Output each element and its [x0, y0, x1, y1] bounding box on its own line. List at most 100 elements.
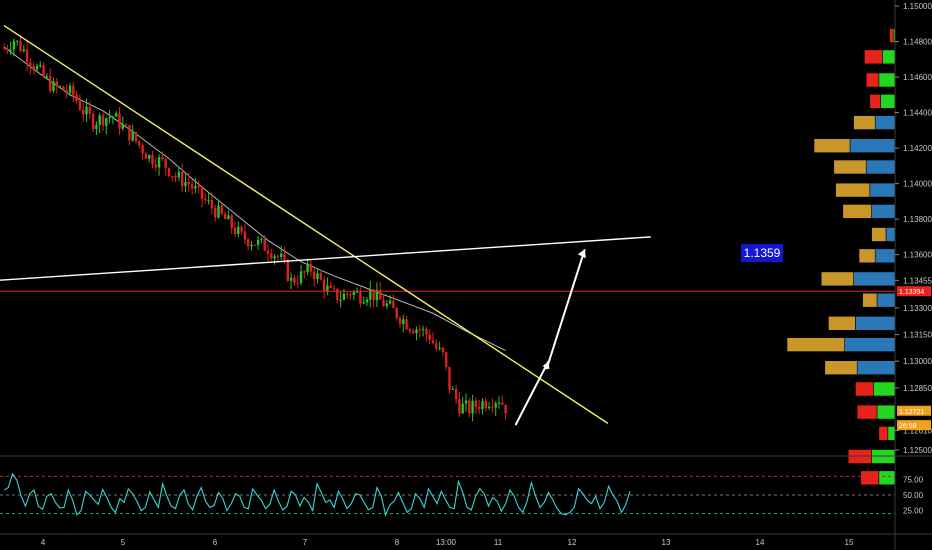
candle-body [121, 124, 124, 129]
profile-buy-bar [865, 159, 896, 175]
candle-body [227, 215, 230, 220]
date-tick-label: 13:00 [436, 538, 457, 547]
candle-body [82, 109, 85, 115]
candle-body [474, 400, 478, 407]
profile-sell-bar [871, 227, 887, 242]
candle-body [428, 334, 431, 341]
profile-sell-bar [820, 271, 854, 287]
candle-body [134, 132, 138, 142]
candle-body [431, 340, 435, 344]
candle-body [441, 347, 445, 353]
profile-buy-bar [885, 227, 896, 242]
candle-body [405, 319, 408, 330]
price-tick-label: 1.13150 [903, 331, 932, 340]
candle-body [385, 303, 388, 307]
candle-body [194, 186, 197, 189]
candle-body [204, 198, 207, 201]
candle-body [296, 283, 299, 285]
profile-buy-bar [844, 337, 896, 352]
candle-body [75, 94, 78, 101]
candle-body [32, 65, 35, 70]
candle-body [88, 106, 91, 114]
candle-body [164, 158, 167, 169]
profile-sell-bar [889, 28, 894, 43]
profile-sell-bar [835, 182, 871, 198]
profile-sell-bar [813, 138, 851, 153]
candle-body [85, 106, 88, 115]
date-tick-label: 7 [303, 538, 308, 547]
profile-buy-bar [869, 182, 896, 198]
candle-body [497, 402, 501, 404]
candle-body [336, 288, 339, 301]
price-tick-label: 1.12850 [903, 384, 932, 393]
candle-body [174, 176, 177, 178]
candle-body [458, 399, 461, 414]
candle-body [286, 259, 289, 281]
candle-body [398, 317, 402, 324]
profile-buy-bar [871, 204, 896, 219]
candle-body [39, 65, 42, 67]
profile-sell-bar [865, 72, 880, 88]
candle-body [289, 277, 293, 281]
candle-body [346, 293, 349, 295]
candle-body [349, 294, 352, 296]
candle-body [233, 227, 237, 235]
profile-sell-bar [862, 292, 878, 308]
profile-buy-bar [853, 271, 896, 287]
candle-body [131, 132, 134, 141]
candle-body [9, 49, 12, 51]
profile-sell-bar [858, 248, 876, 264]
candle-body [35, 66, 39, 70]
profile-sell-bar [853, 115, 876, 130]
profile-sell-bar [828, 315, 856, 331]
candle-body [382, 299, 385, 307]
profile-sell-bar [856, 404, 878, 420]
candle-body [141, 145, 144, 154]
candle-body [223, 213, 227, 220]
profile-sell-bar [864, 49, 883, 65]
candle-body [471, 400, 474, 414]
candle-body [329, 285, 332, 288]
candle-body [58, 86, 62, 88]
candle-body [408, 329, 412, 332]
candle-body [78, 100, 82, 110]
price-tag-label: 26:58 [899, 423, 917, 430]
candle-body [171, 176, 174, 178]
candle-body [266, 250, 270, 254]
candle-body [118, 113, 121, 129]
candle-body [306, 263, 309, 273]
candle-body [144, 153, 148, 159]
candle-body [362, 302, 365, 304]
candle-body [342, 293, 346, 300]
profile-sell-bar [855, 381, 874, 397]
candle-body [128, 125, 131, 141]
price-tick-label: 1.14200 [903, 144, 932, 153]
candle-body [42, 65, 45, 77]
candle-body [359, 291, 362, 304]
candle-body [487, 406, 491, 408]
profile-buy-bar [855, 315, 896, 331]
candle-body [339, 299, 342, 301]
candle-body [62, 86, 65, 91]
candle-body [220, 205, 223, 214]
candle-body [438, 347, 441, 349]
profile-sell-bar [786, 337, 845, 352]
profile-buy-bar [878, 72, 896, 88]
oscillator-tick-label: 50.00 [903, 491, 924, 500]
candle-body [392, 300, 395, 308]
candle-body [124, 124, 128, 126]
candle-body [491, 406, 494, 408]
price-tick-label: 1.12500 [903, 446, 932, 455]
candle-body [22, 49, 25, 52]
candle-body [151, 154, 154, 165]
candle-body [101, 115, 105, 126]
profile-buy-bar [874, 248, 896, 264]
chart: 75.00 50.00 25.00 1.15000 1.14800 1.14600 1.1… [0, 0, 932, 550]
price-tick-label: 1.14000 [903, 180, 932, 189]
candle-body [388, 300, 392, 304]
candle-body [316, 273, 319, 280]
candle-body [273, 256, 276, 259]
profile-buy-bar [878, 470, 896, 486]
candle-body [111, 116, 115, 118]
profile-buy-bar [887, 426, 896, 441]
